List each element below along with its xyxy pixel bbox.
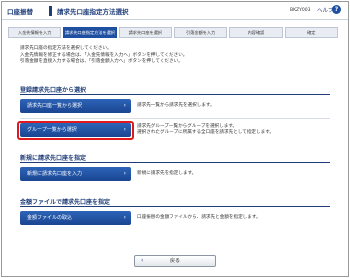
import-amount-file-button[interactable]: 金額ファイルの取込 › xyxy=(20,211,131,225)
section-divider xyxy=(20,206,330,207)
account-list-description: 請求先一覧から請求先を選択します。 xyxy=(137,103,215,108)
page-frame: 口座振替 請求先口座指定方法選択 BKZY003 ヘルプ ? 入金先情報を入力 … xyxy=(1,1,349,277)
step-6: 確定 xyxy=(284,27,338,38)
group-list-description: 請求先グループ一覧からグループを選択します。 選択されたグループに所属する全口座… xyxy=(137,124,274,136)
section-divider xyxy=(20,94,330,95)
new-account-description: 新規に請求先を指定します。 xyxy=(137,171,197,176)
instruction-line-3: 引落金額を直接入力する場合は、「引落金額入力へ」ボタンを押してください。 xyxy=(20,59,183,64)
section-divider xyxy=(20,162,330,163)
instructions: 請求先口座の指定方法を選択してください。 入金先情報を修正する場合は、「入金先情… xyxy=(20,46,320,66)
section-title-new: 新規に請求先口座を指定 xyxy=(20,155,87,162)
page-header: 口座振替 請求先口座指定方法選択 BKZY003 ヘルプ ? xyxy=(2,2,348,20)
chevron-right-icon: › xyxy=(123,102,126,109)
page-title: 請求先口座指定方法選択 xyxy=(57,8,129,16)
header-divider xyxy=(49,6,52,16)
step-1: 入金先情報を入力 xyxy=(8,27,62,38)
section-title-registered: 登録請求先口座から選択 xyxy=(20,87,87,94)
button-label: 金額ファイルの取込 xyxy=(27,215,73,221)
enter-new-account-button[interactable]: 新規に請求先口座を入力 › xyxy=(20,167,131,181)
step-5: 内容確認 xyxy=(229,27,283,38)
back-label: 戻る xyxy=(169,258,180,264)
button-label: 請求先口座一覧から選択 xyxy=(27,103,83,109)
help-icon[interactable]: ? xyxy=(332,5,341,14)
row-divider xyxy=(20,118,330,119)
section-title-file: 金額ファイルで請求先口座を指定 xyxy=(20,199,111,206)
select-from-account-list-button[interactable]: 請求先口座一覧から選択 › xyxy=(20,99,131,113)
amount-file-description: 口座振替の金額ファイルから、請求先と金額を指定します。 xyxy=(137,215,261,220)
chevron-right-icon: › xyxy=(123,170,126,177)
chevron-right-icon: › xyxy=(123,214,126,221)
highlight-frame xyxy=(17,121,134,140)
step-2-current: 請求先口座指定方法を選択 xyxy=(63,27,117,38)
chevron-left-icon: ‹ xyxy=(141,257,144,264)
back-button[interactable]: ‹ 戻る xyxy=(134,255,216,267)
screen-code: BKZY003 xyxy=(290,8,311,13)
step-3: 請求先口座を選択 xyxy=(118,27,172,38)
group-desc-line-2: 選択されたグループに所属する全口座を請求先として指定します。 xyxy=(137,130,274,135)
step-4: 引落金額を入力 xyxy=(173,27,228,38)
button-label: 新規に請求先口座を入力 xyxy=(27,171,83,177)
header-tag: 口座振替 xyxy=(7,8,33,16)
step-progress-bar: 入金先情報を入力 請求先口座指定方法を選択 請求先口座を選択 引落金額を入力 内… xyxy=(8,27,340,38)
